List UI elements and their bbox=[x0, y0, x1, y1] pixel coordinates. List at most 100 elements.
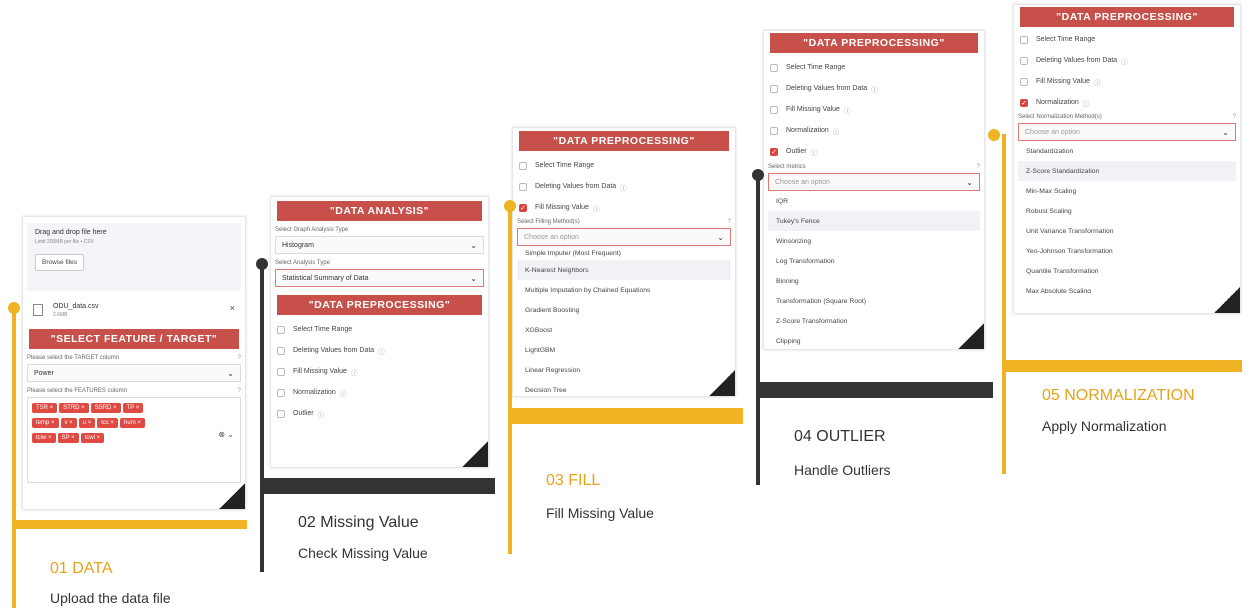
checkbox-row[interactable]: Fill Missing Valueⓘ bbox=[1014, 71, 1240, 92]
checkbox-row[interactable]: Outlierⓘ bbox=[764, 141, 984, 162]
method-label-text: Select Filling Method(s) bbox=[517, 219, 580, 225]
dropdown-option[interactable]: Max Absolute Scaling bbox=[1018, 281, 1236, 294]
analysis-label-text: Select Analysis Type bbox=[275, 260, 330, 266]
feature-tag[interactable]: v × bbox=[60, 418, 77, 428]
help-icon: ? bbox=[727, 219, 731, 225]
dropdown-option[interactable]: Binning bbox=[768, 271, 980, 291]
dropdown-option[interactable]: Transformation (Square Root) bbox=[768, 291, 980, 311]
checkbox-row[interactable]: Fill Missing Valueⓘ bbox=[271, 361, 488, 382]
checkbox-row[interactable]: Select Time Range bbox=[764, 57, 984, 78]
metrics-select[interactable]: Choose an option ⌄ bbox=[768, 173, 980, 191]
feature-tag[interactable]: temp × bbox=[32, 418, 59, 428]
checkbox-icon[interactable] bbox=[277, 388, 285, 397]
dropdown-option[interactable]: Unit Variance Transformation bbox=[1018, 221, 1236, 241]
dropdown-option[interactable]: Yeo-Johnson Transformation bbox=[1018, 241, 1236, 261]
target-label: Please select the TARGET column? bbox=[23, 355, 245, 361]
checkbox-row[interactable]: Select Time Range bbox=[1014, 29, 1240, 50]
file-dropzone[interactable]: Drag and drop file here Limit 200MB per … bbox=[27, 223, 241, 291]
step-5-marker bbox=[988, 129, 1000, 141]
step-5-stem bbox=[1002, 134, 1006, 474]
checkbox-icon[interactable] bbox=[277, 325, 285, 334]
dropdown-option[interactable]: Gradient Boosting bbox=[517, 300, 731, 320]
checkbox-icon[interactable] bbox=[1020, 56, 1028, 65]
checkbox-icon[interactable] bbox=[1020, 35, 1028, 44]
checkbox-icon[interactable] bbox=[277, 367, 285, 376]
checkbox-row[interactable]: Deleting Values from Data ⓘ bbox=[513, 176, 735, 197]
checkbox-icon[interactable] bbox=[519, 161, 527, 170]
feature-tag[interactable]: TP × bbox=[122, 403, 144, 413]
feature-tag[interactable]: TSR × bbox=[32, 403, 58, 413]
checkbox-row[interactable]: Fill Missing Valueⓘ bbox=[764, 99, 984, 120]
dropdown-option[interactable]: Quantile Transformation bbox=[1018, 261, 1236, 281]
method-label: Select Filling Method(s)? bbox=[513, 219, 735, 225]
clear-chevron-icon[interactable]: ⊗ ⌄ bbox=[218, 430, 234, 439]
dropdown-option[interactable]: Standardization bbox=[1018, 141, 1236, 161]
feature-tag[interactable]: tcc × bbox=[97, 418, 119, 428]
feature-tag[interactable]: STRD × bbox=[59, 403, 89, 413]
step-4-stem bbox=[756, 175, 760, 485]
dropdown-option[interactable]: IQR bbox=[768, 191, 980, 211]
dropdown-option[interactable]: Robust Scaling bbox=[1018, 201, 1236, 221]
dropdown-option[interactable]: Multiple Imputation by Chained Equations bbox=[517, 280, 731, 300]
dropdown-option[interactable]: Z-Score Transformation bbox=[768, 311, 980, 331]
dropdown-option[interactable]: Min-Max Scaling bbox=[1018, 181, 1236, 201]
chevron-down-icon: ⌄ bbox=[966, 177, 973, 187]
checkbox-label: Normalization bbox=[786, 127, 829, 134]
dropzone-limit: Limit 200MB per file • CSV bbox=[35, 239, 94, 245]
checkbox-icon[interactable] bbox=[770, 126, 778, 135]
feature-tag[interactable]: tclw × bbox=[32, 433, 56, 443]
dropdown-option[interactable]: LightGBM bbox=[517, 340, 731, 360]
analysis-select[interactable]: Statistical Summary of Data ⌄ bbox=[275, 269, 484, 287]
checkbox-row[interactable]: Deleting Values from Data ⓘ bbox=[271, 340, 488, 361]
checkbox-checked-icon[interactable] bbox=[770, 147, 778, 156]
checkbox-row[interactable]: Normalizationⓘ bbox=[1014, 92, 1240, 113]
checkbox-row[interactable]: Select Time Range bbox=[271, 319, 488, 340]
checkbox-row[interactable]: Select Time Range bbox=[513, 155, 735, 176]
help-icon: ? bbox=[976, 164, 980, 170]
dropdown-option[interactable]: Z-Score Standardization bbox=[1018, 161, 1236, 181]
checkbox-row[interactable]: Fill Missing Valueⓘ bbox=[513, 197, 735, 218]
feature-tag[interactable]: u × bbox=[78, 418, 96, 428]
remove-file-icon[interactable]: × bbox=[230, 303, 235, 313]
dropdown-option[interactable]: Simple Imputer (Most Frequent) bbox=[517, 246, 731, 260]
checkbox-icon[interactable] bbox=[770, 105, 778, 114]
select-placeholder: Choose an option bbox=[775, 178, 830, 186]
feature-tag[interactable]: hum × bbox=[120, 418, 145, 428]
step-2-stem bbox=[260, 264, 264, 572]
checkbox-icon[interactable] bbox=[277, 409, 285, 418]
dropdown-option[interactable]: Decision Tree bbox=[517, 380, 731, 396]
checkbox-label: Fill Missing Value bbox=[293, 368, 347, 375]
feature-tag[interactable]: tcwl × bbox=[80, 433, 105, 443]
features-label: Please select the FEATURES column? bbox=[23, 388, 245, 394]
step-1-subtitle: Upload the data file bbox=[50, 590, 171, 606]
checkbox-row[interactable]: Outlierⓘ bbox=[271, 403, 488, 424]
checkbox-row[interactable]: Normalizationⓘ bbox=[764, 120, 984, 141]
dropdown-option[interactable]: Winsorizing bbox=[768, 231, 980, 251]
browse-files-button[interactable]: Browse files bbox=[35, 254, 85, 271]
checkbox-row[interactable]: Deleting Values from Data ⓘ bbox=[764, 78, 984, 99]
checkbox-icon[interactable] bbox=[770, 84, 778, 93]
graph-select[interactable]: Histogram ⌄ bbox=[275, 236, 484, 254]
checkbox-row[interactable]: Deleting Values from Data ⓘ bbox=[1014, 50, 1240, 71]
checkbox-icon[interactable] bbox=[519, 182, 527, 191]
dropdown-option[interactable]: Linear Regression bbox=[517, 360, 731, 380]
method-select[interactable]: Choose an option ⌄ bbox=[517, 228, 731, 246]
dropdown-option[interactable]: XGBoost bbox=[517, 320, 731, 340]
dropdown-option[interactable]: K-Nearest Neighbors bbox=[517, 260, 731, 280]
checkbox-icon[interactable] bbox=[1020, 77, 1028, 86]
dropdown-option[interactable]: Tukey's Fence bbox=[768, 211, 980, 231]
checkbox-icon[interactable] bbox=[277, 346, 285, 355]
target-select[interactable]: Power ⌄ bbox=[27, 364, 241, 382]
feature-tag[interactable]: SP × bbox=[57, 433, 79, 443]
checkbox-checked-icon[interactable] bbox=[1020, 98, 1028, 107]
dropdown-list: Standardization Z-Score Standardization … bbox=[1018, 141, 1236, 293]
dropdown-option[interactable]: Clipping bbox=[768, 331, 980, 347]
checkbox-icon[interactable] bbox=[770, 63, 778, 72]
checkbox-row[interactable]: Normalizationⓘ bbox=[271, 382, 488, 403]
checkbox-label: Select Time Range bbox=[1036, 36, 1096, 43]
normalization-select[interactable]: Choose an option ⌄ bbox=[1018, 123, 1236, 141]
feature-tag[interactable]: SSRD × bbox=[90, 403, 121, 413]
features-multiselect[interactable]: TSR × STRD × SSRD × TP × temp × v × u × tcc × h… bbox=[27, 397, 241, 483]
checkbox-checked-icon[interactable] bbox=[519, 203, 527, 212]
dropdown-option[interactable]: Log Transformation bbox=[768, 251, 980, 271]
